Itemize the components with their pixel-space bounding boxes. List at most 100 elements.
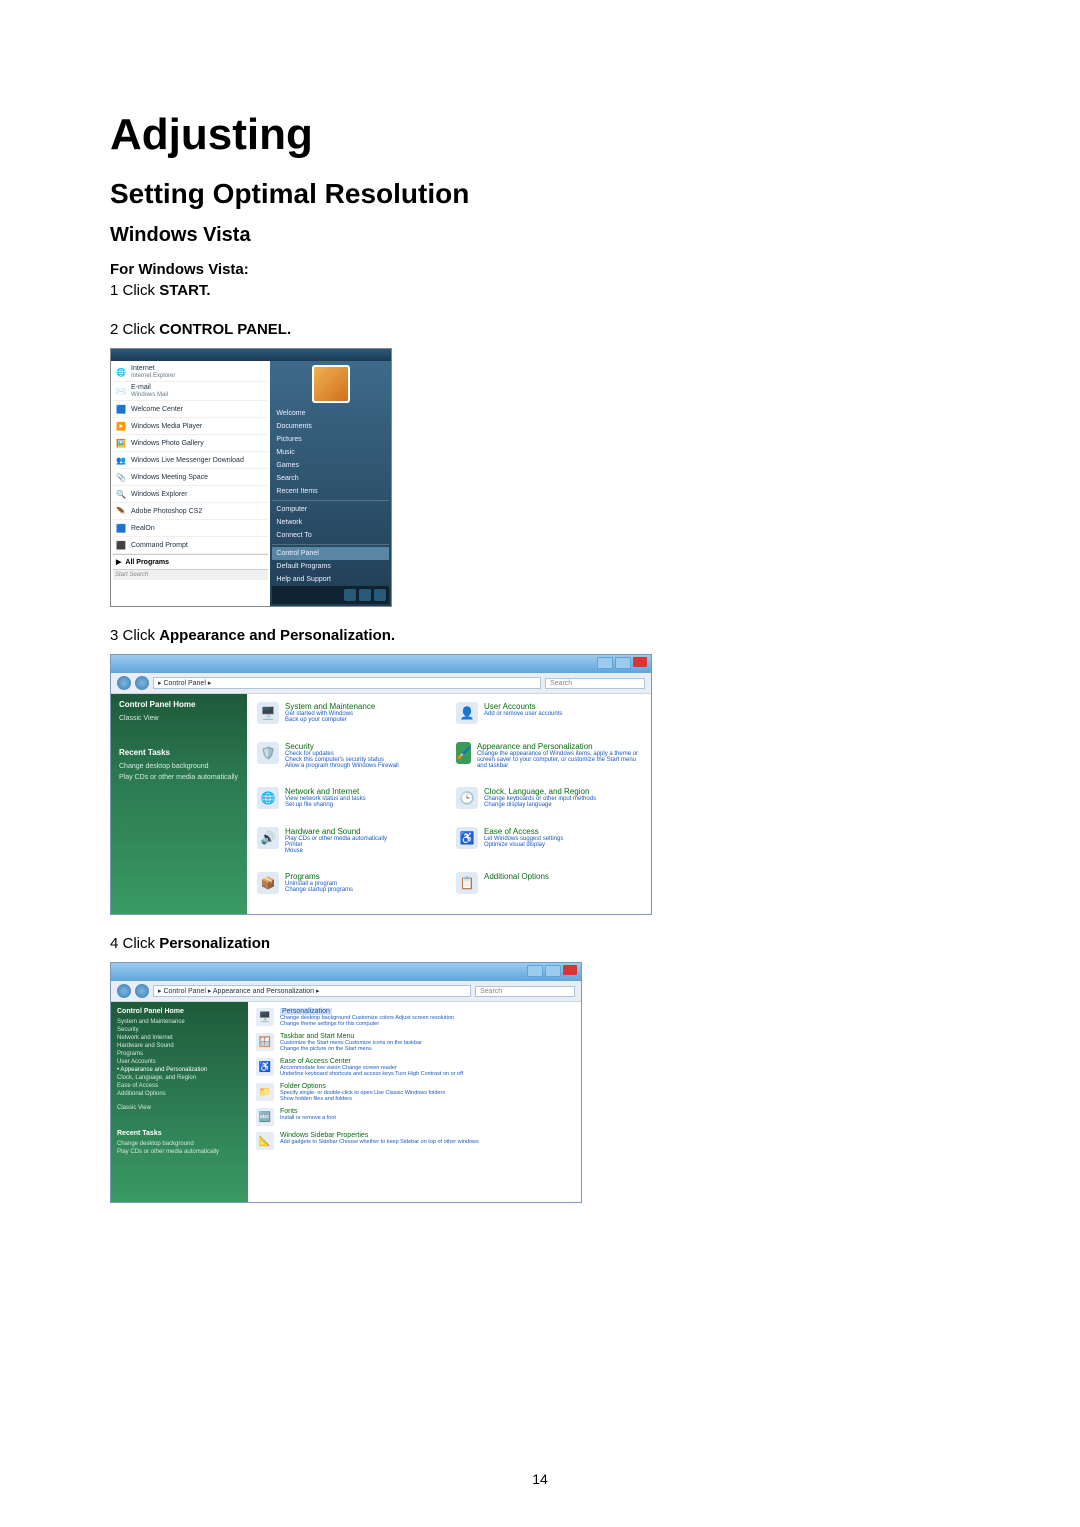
category-item: 🛡️SecurityCheck for updatesCheck this co… — [257, 742, 442, 781]
start-menu-left: 🌐InternetInternet Explorer✉️E-mailWindow… — [111, 361, 270, 606]
sidebar-item: • Appearance and Personalization — [117, 1066, 242, 1074]
search-box: Search — [545, 678, 645, 689]
sidebar-item: Play CDs or other media automatically — [117, 1148, 242, 1156]
app-icon: 🔍 — [115, 488, 127, 500]
start-menu-item: 🌐InternetInternet Explorer — [113, 363, 268, 382]
category-item: 🔊Hardware and SoundPlay CDs or other med… — [257, 827, 442, 866]
category-item: ♿Ease of AccessLet Windows suggest setti… — [456, 827, 641, 866]
start-menu-right-item: Computer — [272, 503, 389, 516]
sidebar-item: Hardware and Sound — [117, 1042, 242, 1050]
app-icon: 🟦 — [115, 522, 127, 534]
sidebar-item: Programs — [117, 1050, 242, 1058]
start-menu-right-item: Recent Items — [272, 485, 389, 498]
window-titlebar — [111, 963, 581, 981]
start-menu-item: ▶️Windows Media Player — [113, 418, 268, 435]
search-box: Search — [475, 986, 575, 997]
category-icon: 👤 — [456, 702, 478, 724]
category-icon: 🔤 — [256, 1108, 274, 1126]
intro-label: For Windows Vista: — [110, 261, 970, 278]
maximize-icon — [545, 965, 561, 977]
start-menu-item: 🪶Adobe Photoshop CS2 — [113, 503, 268, 520]
sidebar-item: Change desktop background — [119, 761, 239, 772]
step-1: 1 Click START. — [110, 282, 970, 299]
close-icon — [563, 965, 577, 975]
start-menu-item: ✉️E-mailWindows Mail — [113, 382, 268, 401]
appearance-sidebar: Control Panel Home System and Maintenanc… — [111, 1002, 248, 1202]
category-item: 🖌️Appearance and PersonalizationChange t… — [456, 742, 641, 781]
arrow-icon — [374, 589, 386, 601]
category-icon: 📁 — [256, 1083, 274, 1101]
category-icon: ♿ — [456, 827, 478, 849]
app-icon: 📎 — [115, 471, 127, 483]
start-menu-right-item: Pictures — [272, 433, 389, 446]
app-icon: 🟦 — [115, 403, 127, 415]
category-item: 🪟Taskbar and Start MenuCustomize the Sta… — [256, 1033, 573, 1052]
back-icon — [117, 984, 131, 998]
category-item: 🔤FontsInstall or remove a font — [256, 1108, 573, 1126]
user-avatar — [312, 365, 350, 403]
start-menu-right-item: Control Panel — [272, 547, 389, 560]
category-item: 📦ProgramsUninstall a programChange start… — [257, 872, 442, 906]
category-icon: 🔊 — [257, 827, 279, 849]
page-number: 14 — [0, 1471, 1080, 1487]
step-2: 2 Click CONTROL PANEL. — [110, 321, 970, 338]
screenshot-appearance-personalization: ▸ Control Panel ▸ Appearance and Persona… — [110, 962, 582, 1203]
sidebar-item: Play CDs or other media automatically — [119, 772, 239, 783]
close-icon — [633, 657, 647, 667]
start-menu-item: 📎Windows Meeting Space — [113, 469, 268, 486]
power-buttons — [272, 586, 389, 604]
start-menu-right: WelcomeDocumentsPicturesMusicGamesSearch… — [270, 361, 391, 606]
start-menu-item: 👥Windows Live Messenger Download — [113, 452, 268, 469]
app-icon: ⬛ — [115, 539, 127, 551]
power-icon — [344, 589, 356, 601]
minimize-icon — [597, 657, 613, 669]
start-menu-right-item: Connect To — [272, 529, 389, 542]
start-menu-right-item: Games — [272, 459, 389, 472]
category-icon: 📋 — [456, 872, 478, 894]
category-item: 📁Folder OptionsSpecify single- or double… — [256, 1083, 573, 1102]
screenshot-start-menu: 🌐InternetInternet Explorer✉️E-mailWindow… — [110, 348, 392, 607]
appearance-categories: 🖥️PersonalizationChange desktop backgrou… — [248, 1002, 581, 1202]
sidebar-item: Additional Options — [117, 1090, 242, 1098]
start-menu-item: 🔍Windows Explorer — [113, 486, 268, 503]
document-page: Adjusting Setting Optimal Resolution Win… — [0, 0, 1080, 1527]
lock-icon — [359, 589, 371, 601]
all-programs: ▶ All Programs — [113, 554, 268, 569]
sidebar-item: Clock, Language, and Region — [117, 1074, 242, 1082]
category-icon: ♿ — [256, 1058, 274, 1076]
screenshot-control-panel: ▸ Control Panel ▸ Search Control Panel H… — [110, 654, 652, 915]
sidebar-item: Classic View — [119, 713, 239, 724]
category-item: 🖥️PersonalizationChange desktop backgrou… — [256, 1008, 573, 1027]
category-icon: 🛡️ — [257, 742, 279, 764]
start-menu-right-item: Welcome — [272, 407, 389, 420]
start-menu-right-item: Default Programs — [272, 560, 389, 573]
step-4: 4 Click Personalization — [110, 935, 970, 952]
category-icon: 🖥️ — [257, 702, 279, 724]
maximize-icon — [615, 657, 631, 669]
start-search: Start Search — [113, 569, 268, 580]
start-menu-right-item: Search — [272, 472, 389, 485]
category-item: 🖥️System and MaintenanceGet started with… — [257, 702, 442, 736]
app-icon: 🌐 — [115, 366, 127, 378]
app-icon: ✉️ — [115, 385, 127, 397]
app-icon: 👥 — [115, 454, 127, 466]
forward-icon — [135, 676, 149, 690]
sidebar-item: Ease of Access — [117, 1082, 242, 1090]
category-item: 🕒Clock, Language, and RegionChange keybo… — [456, 787, 641, 821]
step-3: 3 Click Appearance and Personalization. — [110, 627, 970, 644]
start-menu-item: 🟦RealOn — [113, 520, 268, 537]
start-menu-right-item: Music — [272, 446, 389, 459]
sidebar-item: Change desktop background — [117, 1140, 242, 1148]
sidebar-item: Security — [117, 1026, 242, 1034]
start-menu-item: 🟦Welcome Center — [113, 401, 268, 418]
sidebar-item: System and Maintenance — [117, 1018, 242, 1026]
category-icon: 🪟 — [256, 1033, 274, 1051]
category-item: 📋Additional Options — [456, 872, 641, 906]
subsection-heading: Windows Vista — [110, 224, 970, 247]
forward-icon — [135, 984, 149, 998]
app-icon: ▶️ — [115, 420, 127, 432]
start-menu-item: ⬛Command Prompt — [113, 537, 268, 554]
sidebar-item: User Accounts — [117, 1058, 242, 1066]
start-menu-item: 🖼️Windows Photo Gallery — [113, 435, 268, 452]
category-icon: 🌐 — [257, 787, 279, 809]
